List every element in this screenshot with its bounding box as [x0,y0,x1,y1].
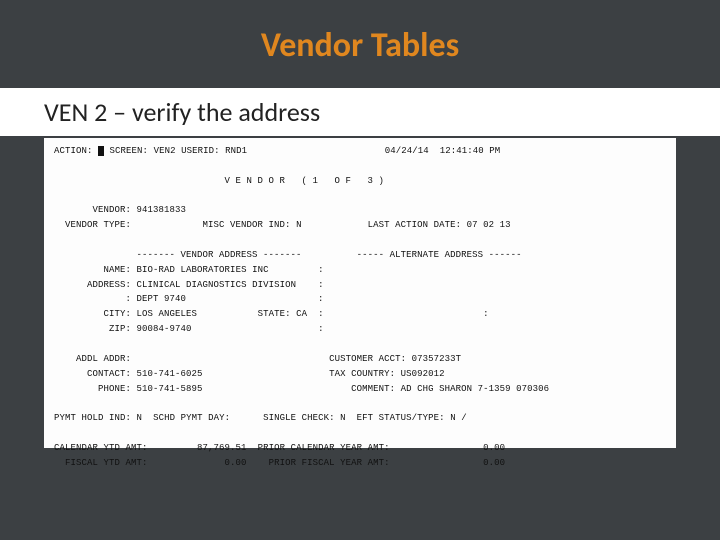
misc-ind-label: MISC VENDOR IND: [203,220,291,230]
comment-value: AD CHG SHARON 7-1359 070306 [401,384,550,394]
address-line1: CLINICAL DIAGNOSTICS DIVISION [137,280,297,290]
cal-ytd-value: 87,769.51 [197,443,247,453]
eft-value: N / [450,413,467,423]
fisc-ytd-value: 0.00 [225,458,247,468]
date-value: 04/24/14 [385,146,429,156]
pymt-hold-value: N [137,413,143,423]
addr-header: ------- VENDOR ADDRESS ------- [137,250,302,260]
zip-value: 90084-9740 [137,324,192,334]
single-check-value: N [340,413,346,423]
phone-label: PHONE: [98,384,131,394]
tax-country-label: TAX COUNTRY: [329,369,395,379]
city-value: LOS ANGELES [137,309,198,319]
eft-label: EFT STATUS/TYPE: [357,413,445,423]
addl-addr-label: ADDL ADDR: [76,354,131,364]
cust-acct-value: 07357233T [412,354,462,364]
comment-label: COMMENT: [351,384,395,394]
city-label: CITY: [104,309,132,319]
zip-label: ZIP: [109,324,131,334]
prior-cal-value: 0.00 [483,443,505,453]
alt-header: ----- ALTERNATE ADDRESS ------ [357,250,522,260]
misc-ind-value: N [296,220,302,230]
contact-value: 510-741-6025 [137,369,203,379]
state-label: STATE: [258,309,291,319]
cust-acct-label: CUSTOMER ACCT: [329,354,406,364]
address-line2: DEPT 9740 [137,294,187,304]
last-action-value: 07 02 13 [467,220,511,230]
name-label: NAME: [104,265,132,275]
last-action-label: LAST ACTION DATE: [368,220,462,230]
prior-fisc-label: PRIOR FISCAL YEAR AMT: [269,458,390,468]
vendor-type-label: VENDOR TYPE: [65,220,131,230]
address-label: ADDRESS: [87,280,131,290]
contact-label: CONTACT: [87,369,131,379]
fisc-ytd-label: FISCAL YTD AMT: [65,458,148,468]
tax-country-value: US092012 [401,369,445,379]
screen-value: VEN2 [154,146,176,156]
prior-fisc-value: 0.00 [483,458,505,468]
slide-subtitle: VEN 2 – verify the address [0,88,720,136]
name-value: BIO-RAD LABORATORIES INC [137,265,269,275]
userid-label: USERID: [181,146,220,156]
slide-title: Vendor Tables [0,25,720,66]
slide: Vendor Tables VEN 2 – verify the address… [0,0,720,540]
pymt-hold-label: PYMT HOLD IND: [54,413,131,423]
terminal-screen: ACTION: SCREEN: VEN2 USERID: RND1 04/24/… [44,138,676,448]
phone-value: 510-741-5895 [137,384,203,394]
cursor-icon [98,146,104,156]
banner-text: V E N D O R ( 1 O F 3 ) [225,176,385,186]
action-label: ACTION: [54,146,93,156]
schd-label: SCHD PYMT DAY: [153,413,230,423]
userid-value: RND1 [225,146,247,156]
cal-ytd-label: CALENDAR YTD AMT: [54,443,148,453]
time-value: 12:41:40 PM [440,146,501,156]
prior-cal-label: PRIOR CALENDAR YEAR AMT: [258,443,390,453]
screen-label: SCREEN: [110,146,149,156]
state-value: CA [296,309,307,319]
vendor-value: 941381833 [137,205,187,215]
vendor-label: VENDOR: [93,205,132,215]
single-check-label: SINGLE CHECK: [263,413,335,423]
